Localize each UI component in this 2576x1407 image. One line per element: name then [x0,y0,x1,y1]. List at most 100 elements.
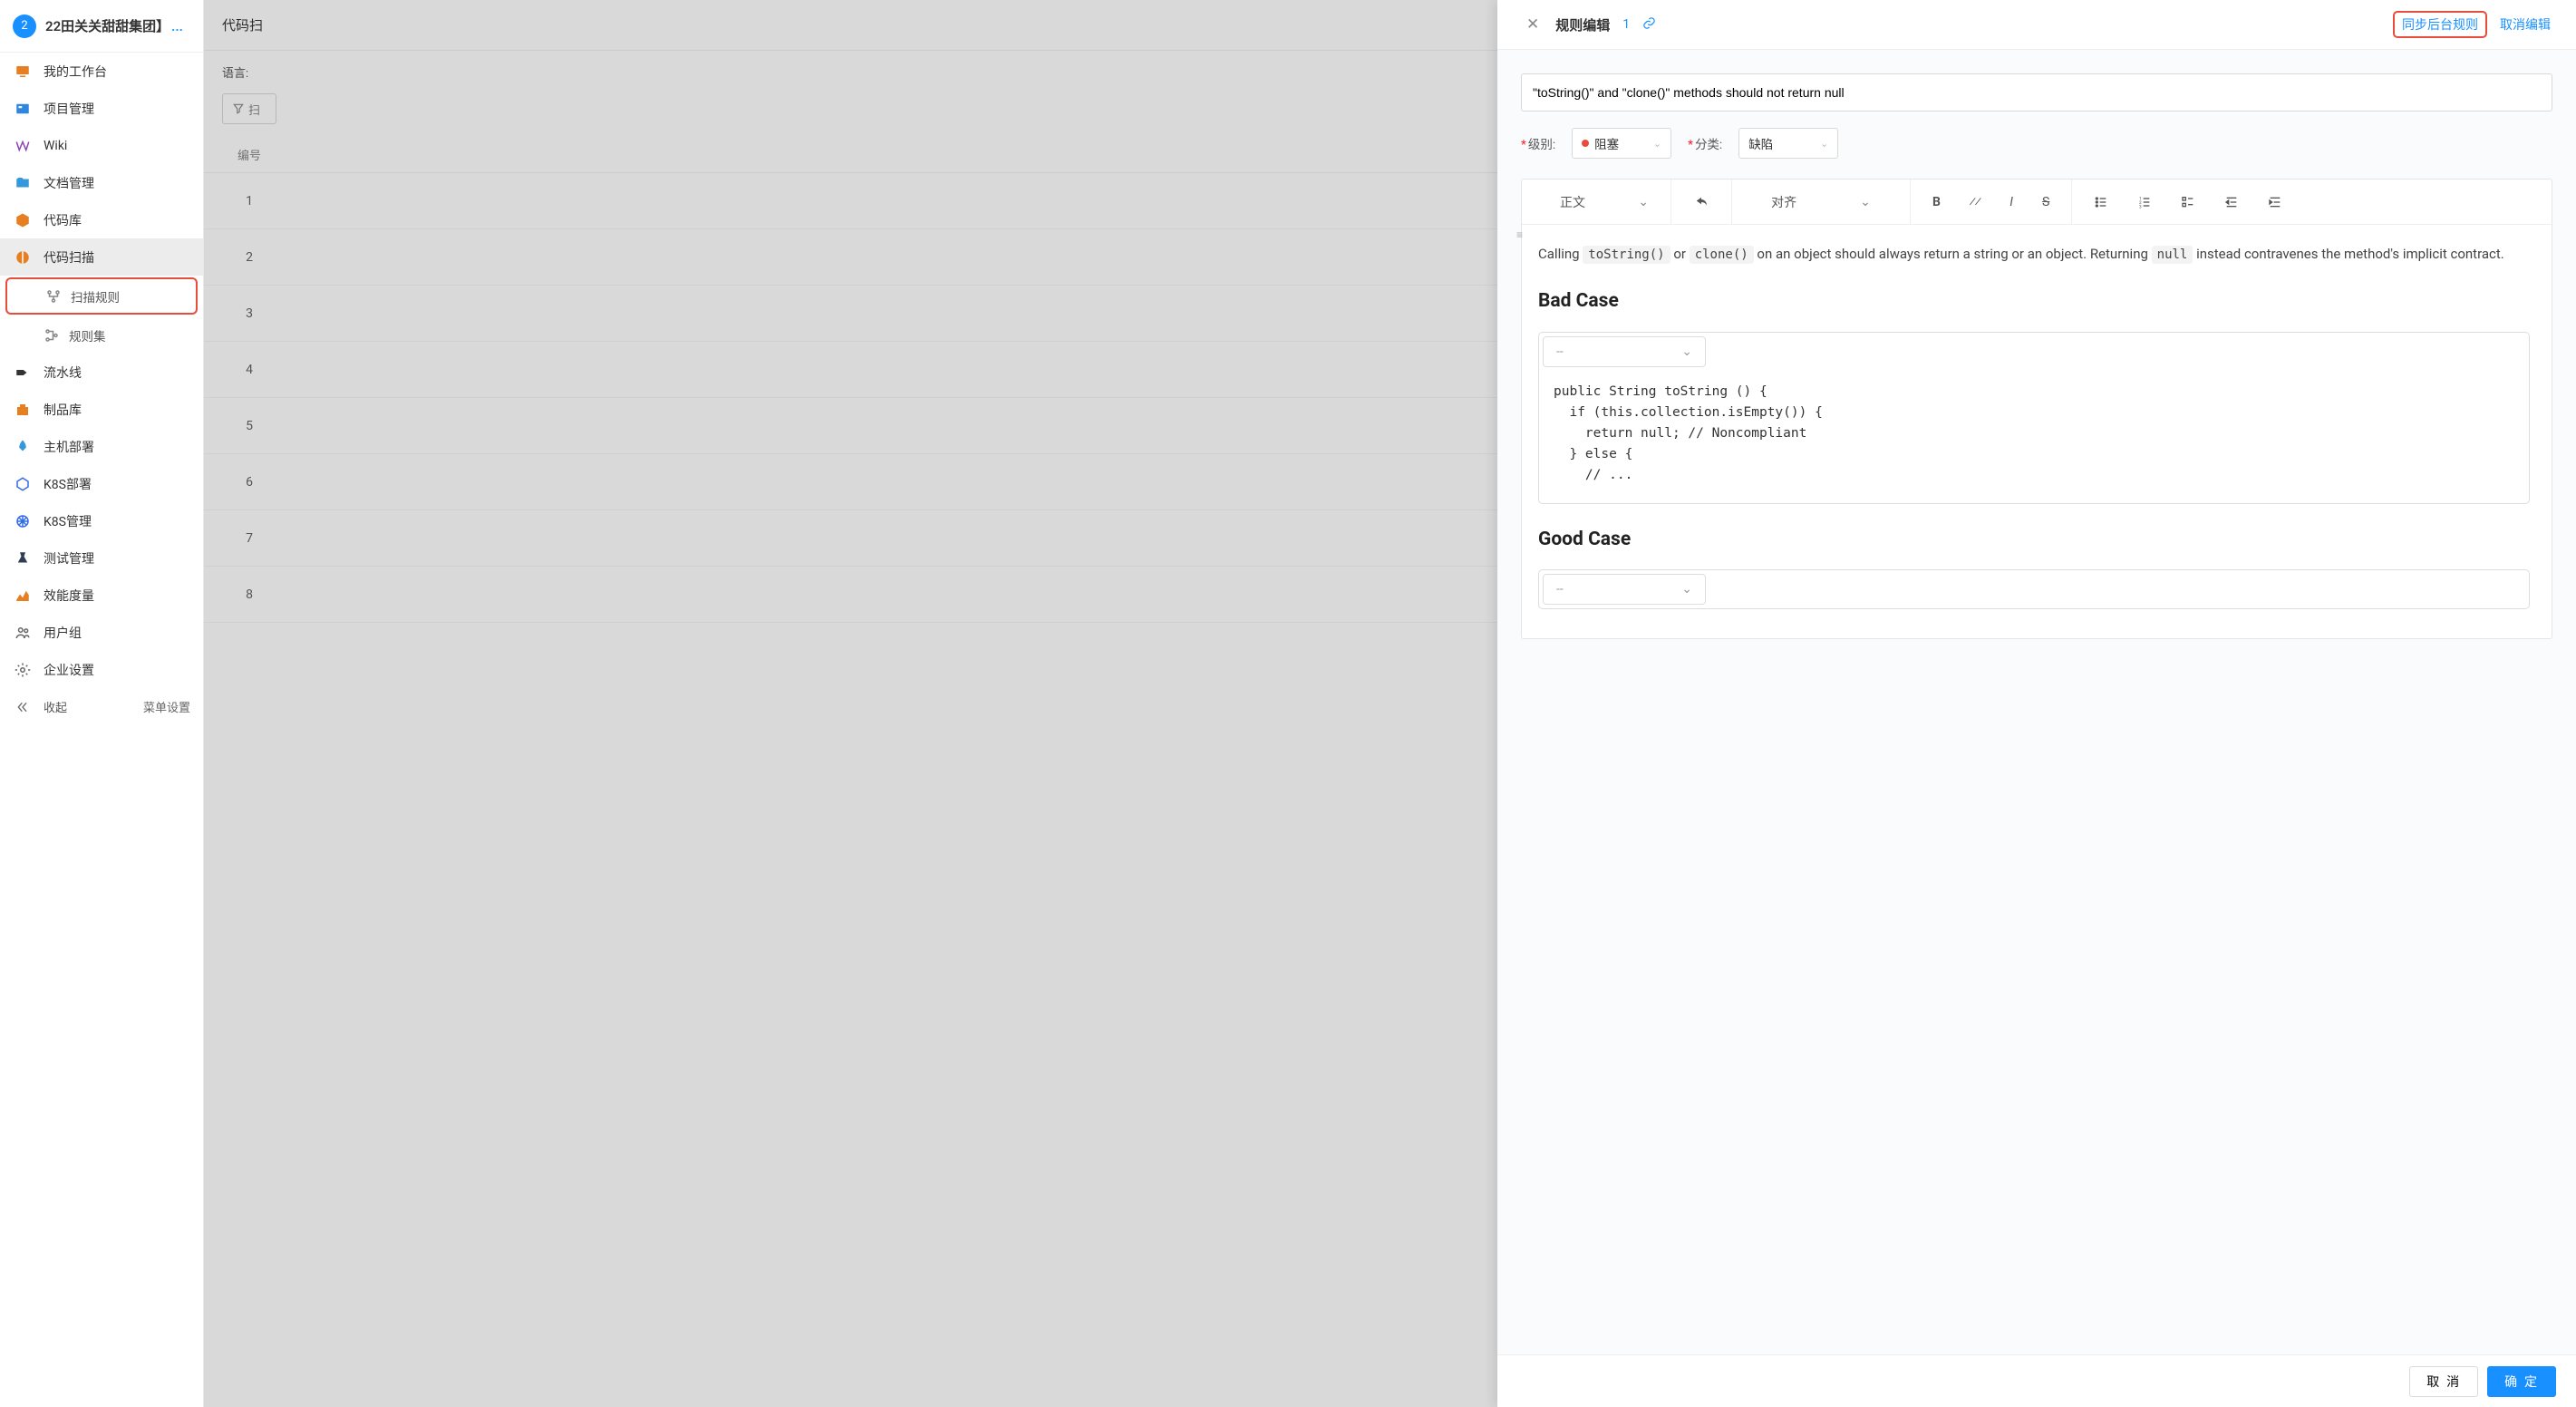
ordered-list-icon: 123 [2137,195,2152,209]
checklist-button[interactable] [2166,180,2210,224]
chevron-down-icon: ⌄ [1860,195,1871,209]
link-icon[interactable] [1642,16,1656,34]
folder-icon [13,173,33,193]
sidebar-item-ruleset[interactable]: 规则集 [0,316,203,354]
cancel-edit-link[interactable]: 取消编辑 [2500,15,2551,34]
project-header[interactable]: 2 22田关关甜甜集团】... [0,0,203,53]
highlight-button[interactable]: ⁄⁄ [1955,180,1995,224]
level-select[interactable]: 阻塞 ⌄ [1572,128,1671,159]
sidebar-item-label: 项目管理 [44,100,94,118]
strikethrough-icon: S [2042,195,2049,209]
alignment-select[interactable]: 对齐 ⌄ [1739,180,1903,224]
chevron-down-icon: ⌄ [1820,138,1828,150]
repo-icon [13,210,33,230]
sidebar-item-label: 扫描规则 [71,287,120,306]
editor: 正文 ⌄ 对齐 ⌄ [1521,179,2552,639]
sidebar-item-test[interactable]: 测试管理 [0,539,203,577]
sidebar-item-scan[interactable]: 代码扫描 [0,238,203,276]
indent-button[interactable] [2253,180,2297,224]
sidebar-item-k8s-deploy[interactable]: K8S部署 [0,465,203,502]
sidebar-item-settings[interactable]: 企业设置 [0,651,203,688]
close-button[interactable]: ✕ [1523,12,1543,37]
rule-icon [44,286,63,306]
sidebar-item-repo[interactable]: 代码库 [0,201,203,238]
code-content[interactable]: public String toString () { if (this.col… [1539,371,2529,503]
users-icon [13,623,33,643]
checklist-icon [2181,195,2195,209]
sidebar-item-workspace[interactable]: 我的工作台 [0,53,203,90]
test-icon [13,548,33,568]
settings-icon [13,660,33,680]
code-block-bad[interactable]: -- ⌄ public String toString () { if (thi… [1538,332,2530,504]
sidebar-item-pipeline[interactable]: 流水线 [0,354,203,391]
sidebar-item-artifact[interactable]: 制品库 [0,391,203,428]
bullet-list-button[interactable] [2079,180,2123,224]
menu-settings-link[interactable]: 菜单设置 [143,698,190,715]
sidebar-item-host-deploy[interactable]: 主机部署 [0,428,203,465]
code-language-select[interactable]: -- ⌄ [1543,574,1706,605]
artifact-icon [13,400,33,420]
good-case-heading: Good Case [1538,524,2530,556]
sidebar-item-wiki[interactable]: Wiki [0,127,203,164]
code-language-select[interactable]: -- ⌄ [1543,336,1706,367]
metrics-icon [13,586,33,606]
drag-handle-icon[interactable]: ≡ [1516,228,1523,241]
category-label: *分类: [1688,134,1722,152]
editor-content[interactable]: ≡ Calling toString() or clone() on an ob… [1522,225,2552,638]
scan-icon [13,247,33,267]
sidebar-item-users[interactable]: 用户组 [0,614,203,651]
sidebar-item-label: 企业设置 [44,661,94,679]
rule-name-input[interactable] [1521,73,2552,112]
undo-button[interactable] [1679,180,1724,224]
sidebar-item-label: 主机部署 [44,438,94,456]
confirm-button[interactable]: 确 定 [2487,1366,2556,1397]
chevron-down-icon: ⌄ [1653,138,1661,150]
cancel-button[interactable]: 取 消 [2409,1366,2478,1397]
chevron-down-icon: ⌄ [1638,195,1649,209]
paragraph-style-select[interactable]: 正文 ⌄ [1545,180,1663,224]
italic-button[interactable]: I [1995,180,2028,224]
bold-icon: B [1932,195,1941,209]
sidebar-item-label: 我的工作台 [44,63,107,81]
bad-case-heading: Bad Case [1538,286,2530,317]
sidebar-item-label: 代码扫描 [44,248,94,267]
indent-icon [2268,195,2282,209]
sidebar-item-label: K8S部署 [44,475,92,493]
project-name: 22田关关甜甜集团】... [45,16,190,35]
level-label: *级别: [1521,134,1555,152]
sidebar-item-scan-rules[interactable]: 扫描规则 [5,277,198,315]
wiki-icon [13,136,33,156]
sidebar-item-label: 用户组 [44,624,82,642]
project-icon [13,99,33,119]
drawer-title: 规则编辑 [1555,15,1610,34]
k8s-icon [13,474,33,494]
italic-icon: I [2009,195,2013,209]
collapse-icon [13,697,33,717]
category-select[interactable]: 缺陷 ⌄ [1738,128,1838,159]
outdent-button[interactable] [2210,180,2253,224]
sidebar-item-label: 规则集 [69,326,106,344]
highlight-icon: ⁄⁄ [1970,195,1980,209]
sidebar-item-docs[interactable]: 文档管理 [0,164,203,201]
sidebar-item-label: 流水线 [44,364,82,382]
code-block-good[interactable]: -- ⌄ [1538,569,2530,609]
ordered-list-button[interactable]: 123 [2123,180,2166,224]
sidebar-item-label: 文档管理 [44,174,94,192]
sidebar-item-label: 制品库 [44,401,82,419]
chevron-down-icon: ⌄ [1681,582,1692,597]
sidebar-item-metrics[interactable]: 效能度量 [0,577,203,614]
bold-button[interactable]: B [1918,180,1955,224]
sidebar-item-k8s-manage[interactable]: K8S管理 [0,502,203,539]
drawer-count-badge: 1 [1622,17,1630,32]
sidebar-item-label: 效能度量 [44,587,94,605]
helm-icon [13,511,33,531]
sidebar-item-label: Wiki [44,139,67,153]
strikethrough-button[interactable]: S [2028,180,2064,224]
rocket-icon [13,437,33,457]
sidebar-item-label: 测试管理 [44,549,94,568]
bullet-list-icon [2094,195,2108,209]
editor-toolbar: 正文 ⌄ 对齐 ⌄ [1522,180,2552,225]
sidebar-item-project[interactable]: 项目管理 [0,90,203,127]
sync-rules-button[interactable]: 同步后台规则 [2393,11,2487,38]
collapse-button[interactable]: 收起 [13,697,67,717]
